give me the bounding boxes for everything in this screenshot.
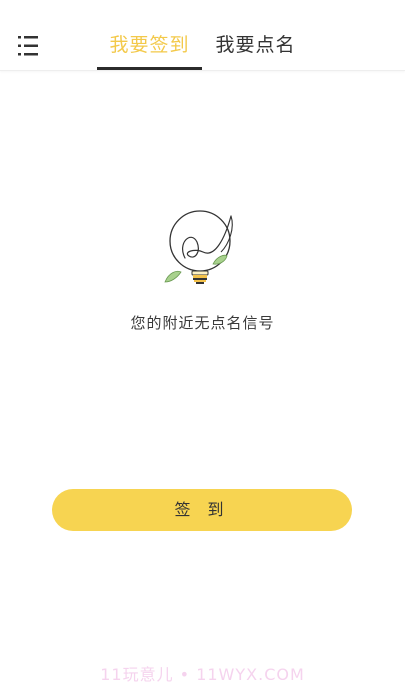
top-nav-bar: 我要签到 我要点名 [0,0,405,71]
active-tab-indicator [97,67,202,70]
lightbulb-icon [155,208,250,293]
list-menu-icon [18,36,38,56]
empty-state-message: 您的附近无点名信号 [130,314,275,332]
watermark-text: 11玩意儿 • 11WYX.COM [100,665,305,684]
menu-button[interactable] [14,32,46,62]
checkin-button[interactable]: 签 到 [52,489,352,531]
tab-checkin[interactable]: 我要签到 [97,33,202,57]
tab-rollcall[interactable]: 我要点名 [203,33,308,57]
